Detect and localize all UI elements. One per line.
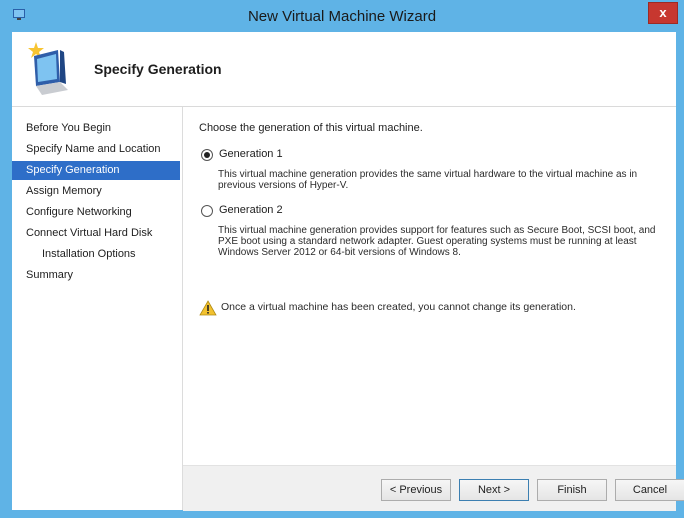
- generation-1-description: This virtual machine generation provides…: [218, 169, 638, 191]
- cancel-button[interactable]: Cancel: [615, 479, 684, 501]
- nav-item-specify-name-location[interactable]: Specify Name and Location: [12, 140, 180, 159]
- next-button[interactable]: Next >: [459, 479, 529, 501]
- page-title: Specify Generation: [94, 61, 222, 77]
- nav-item-installation-options[interactable]: Installation Options: [12, 245, 180, 264]
- warning-icon: [199, 300, 217, 316]
- wizard-window: New Virtual Machine Wizard x Specify Gen…: [0, 0, 684, 518]
- generation-2-label[interactable]: Generation 2: [219, 204, 283, 216]
- generation-2-description: This virtual machine generation provides…: [218, 225, 656, 258]
- wizard-computer-icon: [28, 42, 68, 95]
- nav-item-specify-generation[interactable]: Specify Generation: [12, 161, 180, 180]
- generation-prompt: Choose the generation of this virtual ma…: [199, 122, 423, 134]
- generation-1-label[interactable]: Generation 1: [219, 148, 283, 160]
- window-title: New Virtual Machine Wizard: [247, 8, 437, 25]
- generation-2-radio[interactable]: [201, 205, 213, 217]
- wizard-step-nav: Before You Begin Specify Name and Locati…: [12, 107, 183, 510]
- generation-warning-text: Once a virtual machine has been created,…: [221, 301, 576, 313]
- close-button[interactable]: x: [648, 2, 678, 24]
- wizard-footer: < Previous Next > Finish Cancel: [183, 465, 684, 511]
- nav-item-connect-virtual-hard-disk[interactable]: Connect Virtual Hard Disk: [12, 224, 180, 243]
- title-bar[interactable]: New Virtual Machine Wizard x: [0, 0, 684, 32]
- nav-item-configure-networking[interactable]: Configure Networking: [12, 203, 180, 222]
- nav-item-assign-memory[interactable]: Assign Memory: [12, 182, 180, 201]
- nav-item-before-you-begin[interactable]: Before You Begin: [12, 119, 180, 138]
- wizard-content: Choose the generation of this virtual ma…: [183, 107, 676, 465]
- wizard-header: Specify Generation: [12, 32, 676, 107]
- wizard-client-area: Specify Generation Before You Begin Spec…: [12, 32, 684, 511]
- nav-item-summary[interactable]: Summary: [12, 266, 180, 285]
- previous-button[interactable]: < Previous: [381, 479, 451, 501]
- finish-button[interactable]: Finish: [537, 479, 607, 501]
- generation-1-radio[interactable]: [201, 149, 213, 161]
